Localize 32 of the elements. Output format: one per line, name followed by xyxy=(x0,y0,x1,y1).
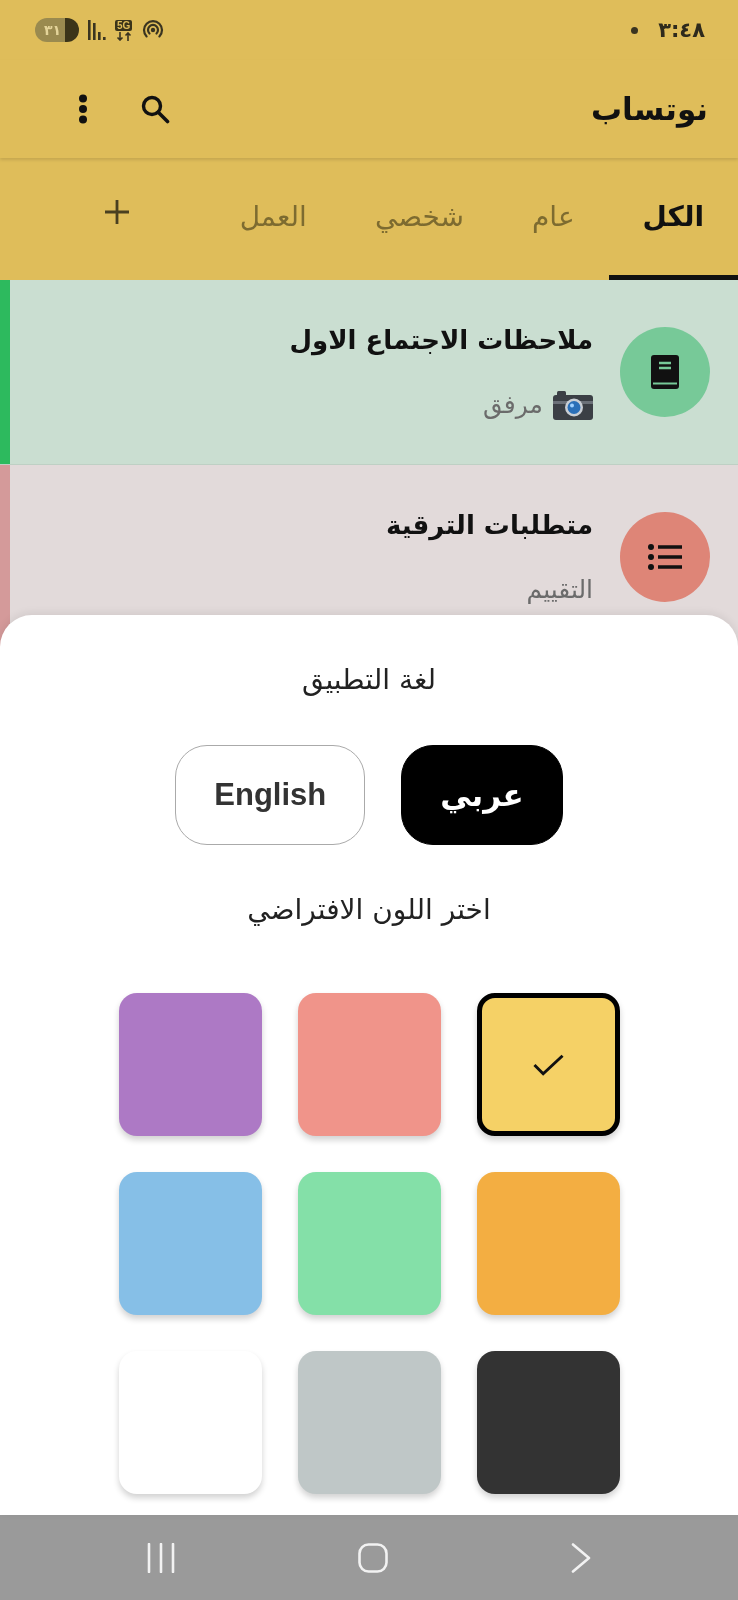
color-swatch[interactable] xyxy=(476,993,620,1136)
plus-icon[interactable] xyxy=(103,198,131,226)
note-subtitle: مرفق xyxy=(483,388,543,421)
search-icon[interactable] xyxy=(140,94,170,124)
network-type-label: 5G xyxy=(115,19,133,31)
check-icon xyxy=(532,1053,564,1076)
language-button[interactable]: English xyxy=(175,745,366,845)
color-swatch[interactable] xyxy=(297,1351,441,1494)
recent-apps-icon[interactable] xyxy=(147,1542,175,1573)
color-swatch[interactable] xyxy=(118,1172,262,1315)
app-title: نوتساب xyxy=(590,91,708,127)
battery-indicator: ٣١ xyxy=(35,18,79,42)
note-title: ملاحظات الاجتماع الاول xyxy=(289,323,593,358)
status-time: ٣:٤٨ xyxy=(658,18,705,42)
color-swatch[interactable] xyxy=(297,993,441,1136)
notification-dot-icon xyxy=(631,26,639,34)
note-card[interactable]: ملاحظات الاجتماع الاول مرفق xyxy=(0,280,738,465)
more-menu-icon[interactable] xyxy=(78,94,88,124)
color-swatch[interactable] xyxy=(476,1172,620,1315)
note-title: متطلبات الترقية xyxy=(385,508,593,543)
color-heading: اختر اللون الافتراضي xyxy=(247,892,491,928)
color-swatch[interactable] xyxy=(476,1351,620,1494)
language-button[interactable]: عربي xyxy=(401,745,563,845)
color-swatch[interactable] xyxy=(118,1351,262,1494)
home-icon[interactable] xyxy=(358,1542,388,1573)
color-swatch[interactable] xyxy=(297,1172,441,1315)
data-arrows-icon xyxy=(115,31,132,41)
signal-bars-icon xyxy=(88,20,106,40)
chevron-right-icon[interactable] xyxy=(571,1542,591,1573)
language-heading: لغة التطبيق xyxy=(302,662,436,698)
note-subtitle: التقييم xyxy=(526,573,593,606)
color-swatch[interactable] xyxy=(118,993,262,1136)
